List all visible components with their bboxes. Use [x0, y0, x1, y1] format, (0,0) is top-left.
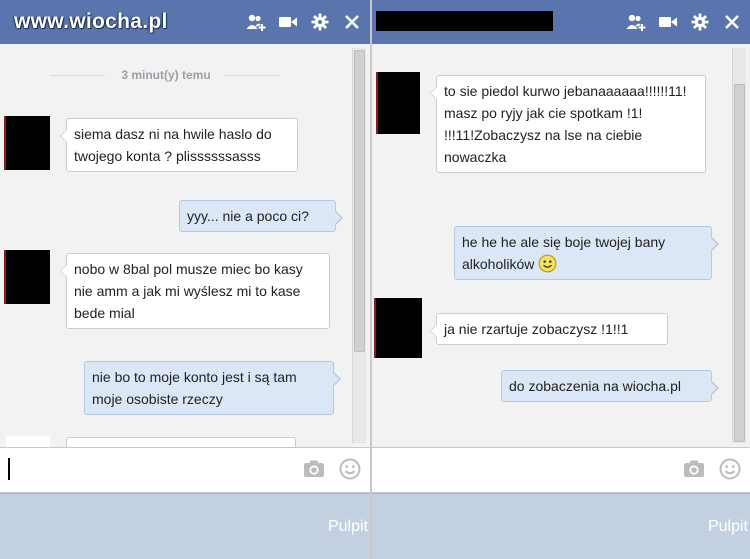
message-text: he he he ale się boje twojej bany alkoho…	[462, 234, 666, 272]
input-icons	[302, 457, 362, 481]
video-call-icon[interactable]	[658, 12, 678, 32]
title-icons	[626, 10, 742, 34]
message-bubble-incoming: ja nie rzartuje zobaczysz !1!!1	[430, 313, 668, 345]
emoticon-icon[interactable]	[338, 457, 362, 481]
scroll-thumb[interactable]	[354, 50, 365, 352]
message-list[interactable]: 3 minut(y) temu siema dasz ni na hwile h…	[0, 44, 370, 447]
text-cursor	[8, 458, 10, 480]
desktop-label[interactable]: Pulpit	[328, 518, 368, 536]
message-input[interactable]	[0, 447, 370, 493]
message-bubble-outgoing[interactable]: he he he ale się boje twojej bany alkoho…	[454, 226, 719, 280]
message-bubble-incoming: to sie piedol kurwo jebanaaaaaa!!!!!!11!…	[430, 75, 706, 173]
add-friends-icon[interactable]	[626, 12, 646, 32]
message-input[interactable]	[372, 447, 750, 493]
chat-titlebar[interactable]: www.wiocha.pl	[0, 0, 370, 45]
chat-titlebar[interactable]	[372, 0, 750, 45]
camera-icon[interactable]	[302, 457, 326, 481]
camera-icon[interactable]	[682, 457, 706, 481]
input-icons	[682, 457, 742, 481]
chat-window-left: www.wiocha.pl 3 minut(y) temu siema dasz…	[0, 0, 370, 559]
message-bubble-incoming: siema dasz ni na hwile haslo do twojego …	[60, 118, 298, 172]
title-icons	[246, 10, 362, 34]
video-call-icon[interactable]	[278, 12, 298, 32]
message-bubble-outgoing: nie bo to moje konto jest i są tam moje …	[84, 361, 341, 415]
message-bubble-outgoing: yyy... nie a poco ci?	[179, 200, 343, 232]
message-bubble-incoming	[66, 437, 296, 447]
message-bubble-incoming: nobo w 8bal pol musze miec bo kasy nie a…	[60, 253, 330, 329]
avatar[interactable]	[376, 298, 422, 358]
taskbar: Pulpit	[0, 493, 370, 559]
chat-window-right: to sie piedol kurwo jebanaaaaaa!!!!!!11!…	[372, 0, 750, 559]
avatar[interactable]	[378, 72, 420, 134]
emoticon-icon[interactable]	[718, 457, 742, 481]
scroll-thumb[interactable]	[734, 84, 745, 442]
watermark-text: www.wiocha.pl	[14, 10, 168, 33]
taskbar: Pulpit	[372, 493, 750, 559]
add-friends-icon[interactable]	[246, 12, 266, 32]
desktop-label[interactable]: Pulpit	[708, 518, 748, 536]
message-list[interactable]: to sie piedol kurwo jebanaaaaaa!!!!!!11!…	[372, 44, 750, 447]
message-bubble-outgoing: do zobaczenia na wiocha.pl	[501, 370, 719, 402]
timestamp-separator: 3 minut(y) temu	[50, 68, 280, 82]
avatar[interactable]	[6, 250, 50, 304]
close-icon[interactable]	[722, 12, 742, 32]
scrollbar[interactable]	[352, 48, 366, 443]
avatar[interactable]	[6, 436, 50, 447]
gear-icon[interactable]	[690, 12, 710, 32]
smiley-emoji-icon	[538, 254, 557, 273]
scrollbar[interactable]	[732, 48, 746, 443]
timestamp: 3 minut(y) temu	[121, 68, 211, 82]
gear-icon[interactable]	[310, 12, 330, 32]
redacted-contact-name	[376, 11, 553, 31]
close-icon[interactable]	[342, 12, 362, 32]
avatar[interactable]	[6, 116, 50, 170]
